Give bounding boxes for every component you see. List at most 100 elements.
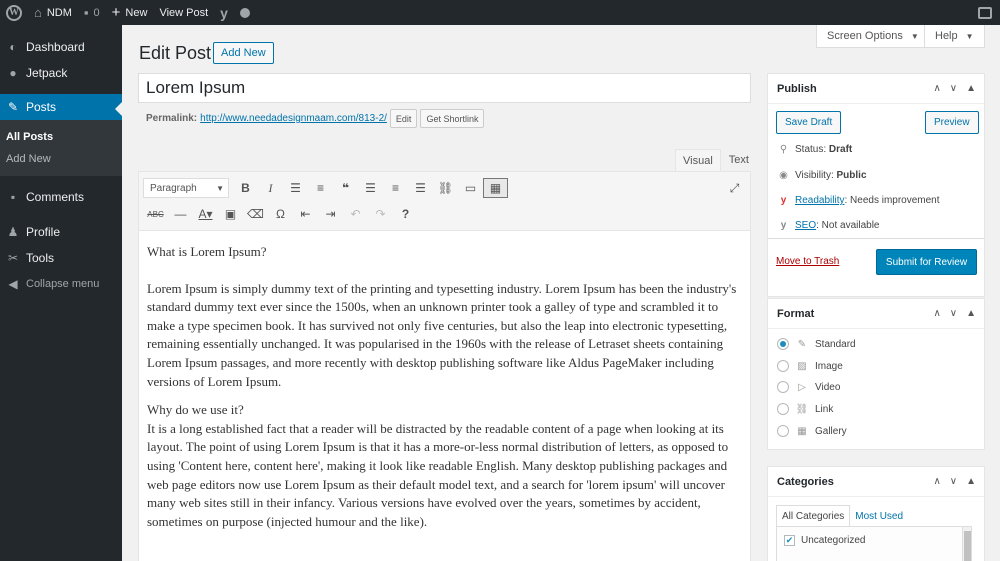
bold-icon[interactable]: B (233, 178, 258, 198)
post-title-input[interactable]: Lorem Ipsum (138, 73, 751, 103)
move-up-icon[interactable]: ∧ (933, 83, 940, 94)
horizontal-line-icon[interactable]: — (168, 204, 193, 224)
new-content-menu[interactable]: + New (106, 0, 154, 25)
format-option-link[interactable]: ⛓ Link (777, 403, 833, 415)
yoast-readability-icon: y (780, 195, 787, 206)
align-center-icon[interactable]: ≡ (383, 178, 408, 198)
toolbar-toggle-icon[interactable]: ▦ (483, 178, 508, 198)
text-color-icon[interactable]: A▾ (193, 204, 218, 224)
editor-content[interactable]: What is Lorem Ipsum? Lorem Ipsum is simp… (139, 231, 750, 561)
add-new-button[interactable]: Add New (213, 42, 274, 64)
sidebar-item-profile[interactable]: ♟ Profile (0, 219, 122, 245)
clear-formatting-icon[interactable]: ⌫ (243, 204, 268, 224)
format-option-gallery[interactable]: ▦ Gallery (777, 425, 847, 437)
pin-icon: ⚲ (779, 144, 788, 155)
move-down-icon[interactable]: ∨ (950, 476, 957, 487)
radio-selected[interactable] (777, 338, 789, 350)
radio[interactable] (777, 381, 789, 393)
move-up-icon[interactable]: ∧ (933, 308, 940, 319)
redo-icon[interactable]: ↷ (368, 204, 393, 224)
tab-text[interactable]: Text (721, 149, 757, 171)
paste-text-icon[interactable]: ▣ (218, 204, 243, 224)
move-down-icon[interactable]: ∨ (950, 308, 957, 319)
checkbox-checked[interactable]: ✔ (784, 535, 795, 546)
sidebar-item-dashboard[interactable]: ◐ Dashboard (0, 34, 122, 60)
scrollbar-thumb[interactable] (964, 531, 971, 561)
sidebar-item-label: Profile (26, 225, 61, 239)
screen-options-button[interactable]: Screen Options ▼ (816, 25, 930, 48)
yoast-menu[interactable]: y (214, 0, 234, 25)
format-option-label: Standard (815, 338, 856, 350)
tab-all-categories[interactable]: All Categories (776, 505, 851, 527)
tab-most-used[interactable]: Most Used (850, 505, 908, 527)
category-item[interactable]: ✔ Uncategorized (784, 535, 865, 546)
save-draft-button[interactable]: Save Draft (776, 111, 842, 134)
move-to-trash-link[interactable]: Move to Trash (776, 256, 839, 267)
publish-header: Publish ∧ ∨ ▲ (768, 74, 984, 104)
edit-permalink-button[interactable]: Edit (389, 109, 418, 128)
outdent-icon[interactable]: ⇤ (293, 204, 318, 224)
format-option-video[interactable]: ▷ Video (777, 381, 840, 393)
new-label: New (125, 6, 148, 19)
seo-row: y SEO: Not available (776, 220, 880, 231)
undo-icon[interactable]: ↶ (343, 204, 368, 224)
sidebar-item-tools[interactable]: ✂ Tools (0, 245, 122, 271)
strikethrough-icon[interactable]: ABC (143, 204, 168, 224)
status-value: Draft (828, 144, 853, 155)
toggle-panel-icon[interactable]: ▲ (966, 476, 976, 487)
category-scrollbar[interactable] (962, 527, 971, 561)
sidebar-item-label: Comments (26, 190, 85, 204)
jetpack-icon: ● (9, 66, 17, 80)
help-button[interactable]: Help ▼ (924, 25, 985, 48)
format-option-label: Gallery (815, 425, 847, 437)
move-up-icon[interactable]: ∧ (933, 476, 940, 487)
read-more-icon[interactable]: ▭ (458, 178, 483, 198)
seo-link[interactable]: SEO (795, 220, 816, 231)
get-shortlink-button[interactable]: Get Shortlink (420, 109, 485, 128)
sidebar-item-collapse[interactable]: ◀ Collapse menu (0, 271, 122, 297)
toggle-panel-icon[interactable]: ▲ (966, 308, 976, 319)
fullscreen-icon[interactable]: ⤢ (722, 178, 747, 198)
align-left-icon[interactable]: ☰ (358, 178, 383, 198)
indent-icon[interactable]: ⇥ (318, 204, 343, 224)
link-icon[interactable]: ⛓ (433, 178, 458, 198)
sidebar-item-posts[interactable]: ✎ Posts (0, 94, 122, 120)
readability-link[interactable]: Readability (795, 195, 844, 206)
view-post-link[interactable]: View Post (153, 0, 214, 25)
admin-bar: W ⌂ NDM ▪ 0 + New View Post y (0, 0, 1000, 25)
sidebar-item-label: Collapse menu (26, 278, 100, 290)
preview-button[interactable]: Preview (925, 111, 979, 134)
permalink-url[interactable]: http://www.needadesignmaam.com/813-2/ (200, 113, 387, 124)
submit-for-review-button[interactable]: Submit for Review (876, 249, 977, 275)
blockquote-icon[interactable]: ❝ (333, 178, 358, 198)
radio[interactable] (777, 403, 789, 415)
submenu-all-posts[interactable]: All Posts (0, 126, 122, 148)
submenu-add-new[interactable]: Add New (0, 148, 122, 170)
posts-submenu: All Posts Add New (0, 120, 122, 176)
notifications-button[interactable] (972, 0, 1000, 25)
comments-menu[interactable]: ▪ 0 (78, 0, 106, 25)
wp-logo-menu[interactable]: W (0, 0, 28, 25)
help-icon[interactable]: ? (393, 204, 418, 224)
tab-visual[interactable]: Visual (675, 149, 721, 171)
toggle-panel-icon[interactable]: ▲ (966, 83, 976, 94)
special-character-icon[interactable]: Ω (268, 204, 293, 224)
align-right-icon[interactable]: ☰ (408, 178, 433, 198)
bullet-list-icon[interactable]: ☰ (283, 178, 308, 198)
format-select[interactable]: Paragraph ▼ (143, 178, 229, 198)
radio[interactable] (777, 425, 789, 437)
user-icon: ♟ (7, 225, 19, 239)
radio[interactable] (777, 360, 789, 372)
collapse-icon: ◀ (8, 277, 18, 291)
post-editor: Paragraph ▼ B I ☰ ≡ ❝ ☰ ≡ ☰ ⛓ ▭ ▦ ⤢ ABC —… (138, 171, 751, 561)
categories-box: Categories ∧ ∨ ▲ All Categories Most Used … (767, 466, 985, 561)
sidebar-item-comments[interactable]: ▪ Comments (0, 184, 122, 210)
numbered-list-icon[interactable]: ≡ (308, 178, 333, 198)
site-name-menu[interactable]: ⌂ NDM (28, 0, 78, 25)
sidebar-item-jetpack[interactable]: ● Jetpack (0, 60, 122, 86)
format-option-standard[interactable]: ✎ Standard (777, 338, 856, 350)
format-option-image[interactable]: ▨ Image (777, 360, 843, 372)
italic-icon[interactable]: I (258, 178, 283, 198)
plus-icon: + (111, 4, 121, 21)
move-down-icon[interactable]: ∨ (950, 83, 957, 94)
